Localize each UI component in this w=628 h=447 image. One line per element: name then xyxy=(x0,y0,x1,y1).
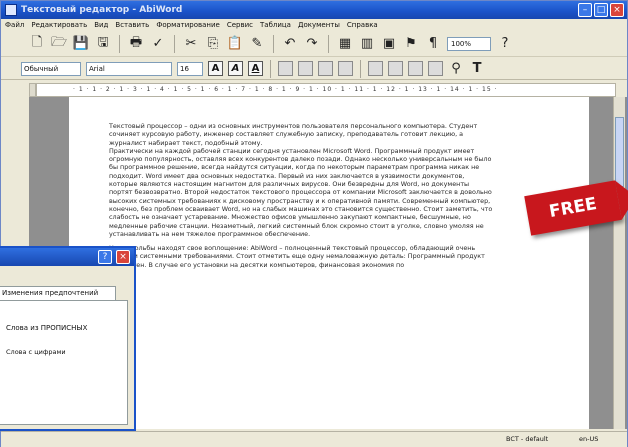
dialog-title-bar: ? × xyxy=(0,248,134,266)
numbered-list-icon[interactable] xyxy=(368,61,383,76)
align-right-icon[interactable] xyxy=(318,61,333,76)
dialog-close-button[interactable]: × xyxy=(116,250,130,264)
title-bar: Текстовый редактор - AbiWord – □ × xyxy=(1,1,627,19)
preferences-dialog: ? × Изменения предпочтений Слова из ПРОП… xyxy=(0,246,136,431)
menu-tools[interactable]: Сервис xyxy=(227,19,253,31)
bold-button[interactable]: A xyxy=(208,61,223,76)
menu-insert[interactable]: Вставить xyxy=(115,19,149,31)
status-language: BCT - default xyxy=(506,435,549,443)
text-color-icon[interactable]: T xyxy=(469,61,485,77)
toolbar-separator xyxy=(273,34,274,53)
hyperlink-icon[interactable]: ⚑ xyxy=(403,36,419,52)
maximize-button[interactable]: □ xyxy=(594,3,608,17)
style-select[interactable]: Обычный xyxy=(21,61,81,76)
highlight-icon[interactable]: ⚲ xyxy=(448,61,464,77)
spellcheck-icon[interactable]: ✓ xyxy=(150,36,166,52)
toolbar-separator xyxy=(119,34,120,53)
outdent-icon[interactable] xyxy=(428,61,443,76)
format-toolbar: Обычный Arial 16 A A A ⚲ T xyxy=(1,58,627,80)
toolbar-separator xyxy=(360,59,361,78)
menu-view[interactable]: Вид xyxy=(94,19,108,31)
horizontal-ruler[interactable]: · 1 · 1 · 2 · 1 · 3 · 1 · 4 · 1 · 5 · 1 … xyxy=(36,83,616,97)
font-size-select[interactable]: 16 xyxy=(177,61,203,76)
align-justify-icon[interactable] xyxy=(338,61,353,76)
standard-toolbar: 🗋 🗁 💾 🖫 🖶 ✓ ✂ ⎘ 📋 ✎ ↶ ↷ ▦ ▥ ▣ ⚑ ¶ 100% ? xyxy=(1,31,627,57)
table-icon[interactable]: ▦ xyxy=(337,36,353,52)
align-center-icon[interactable] xyxy=(298,61,313,76)
menu-file[interactable]: Файл xyxy=(5,19,24,31)
paragraph: Текстовый процессор – одни из основных и… xyxy=(109,122,478,147)
indent-icon[interactable] xyxy=(408,61,423,76)
status-bar: BCT - default en-US xyxy=(1,431,627,447)
undo-icon[interactable]: ↶ xyxy=(282,36,298,52)
close-button[interactable]: × xyxy=(610,3,624,17)
paragraph: Практически на каждой рабочей станции се… xyxy=(109,146,493,238)
dialog-panel xyxy=(0,300,128,425)
app-icon xyxy=(5,4,17,16)
save-as-icon[interactable]: 🖫 xyxy=(95,35,111,52)
format-painter-icon[interactable]: ✎ xyxy=(249,36,265,52)
menu-format[interactable]: Форматирование xyxy=(156,19,220,31)
window-title: Текстовый редактор - AbiWord xyxy=(21,5,183,15)
toolbar-separator xyxy=(174,34,175,53)
option-words-with-digits[interactable]: Слова с цифрами xyxy=(6,348,66,356)
document-text[interactable]: Текстовый процессор – одни из основных и… xyxy=(109,122,494,269)
underline-button[interactable]: A xyxy=(248,61,263,76)
toolbar-separator xyxy=(328,34,329,53)
bullet-list-icon[interactable] xyxy=(388,61,403,76)
new-document-icon[interactable]: 🗋 xyxy=(29,35,45,52)
image-icon[interactable]: ▣ xyxy=(381,36,397,52)
menu-bar: Файл Редактировать Вид Вставить Форматир… xyxy=(1,19,627,31)
align-left-icon[interactable] xyxy=(278,61,293,76)
menu-edit[interactable]: Редактировать xyxy=(31,19,87,31)
copy-icon[interactable]: ⎘ xyxy=(205,36,221,52)
paste-icon[interactable]: 📋 xyxy=(227,36,243,52)
save-icon[interactable]: 💾 xyxy=(73,36,89,52)
redo-icon[interactable]: ↷ xyxy=(304,36,320,52)
toolbar-separator xyxy=(270,59,271,78)
paragraph: Наши мольбы находят свое воплощение: Abi… xyxy=(109,244,485,269)
print-icon[interactable]: 🖶 xyxy=(128,35,144,52)
scrollbar-thumb[interactable] xyxy=(615,117,624,187)
cut-icon[interactable]: ✂ xyxy=(183,36,199,52)
italic-button[interactable]: A xyxy=(228,61,243,76)
zoom-select[interactable]: 100% xyxy=(447,36,491,51)
option-uppercase-words[interactable]: Слова из ПРОПИСНЫХ xyxy=(6,324,87,332)
paragraph-icon[interactable]: ¶ xyxy=(425,36,441,52)
menu-help[interactable]: Справка xyxy=(347,19,378,31)
columns-icon[interactable]: ▥ xyxy=(359,36,375,52)
tab-preferences[interactable]: Изменения предпочтений xyxy=(0,286,116,300)
dialog-help-button[interactable]: ? xyxy=(98,250,112,264)
minimize-button[interactable]: – xyxy=(578,3,592,17)
font-select[interactable]: Arial xyxy=(86,61,172,76)
help-icon[interactable]: ? xyxy=(497,36,513,52)
window-controls: – □ × xyxy=(578,3,624,17)
menu-documents[interactable]: Документы xyxy=(298,19,340,31)
menu-table[interactable]: Таблица xyxy=(260,19,291,31)
status-locale: en-US xyxy=(579,435,599,443)
open-folder-icon[interactable]: 🗁 xyxy=(51,35,67,52)
vertical-scrollbar[interactable] xyxy=(613,97,625,429)
ruler-corner xyxy=(29,83,36,97)
